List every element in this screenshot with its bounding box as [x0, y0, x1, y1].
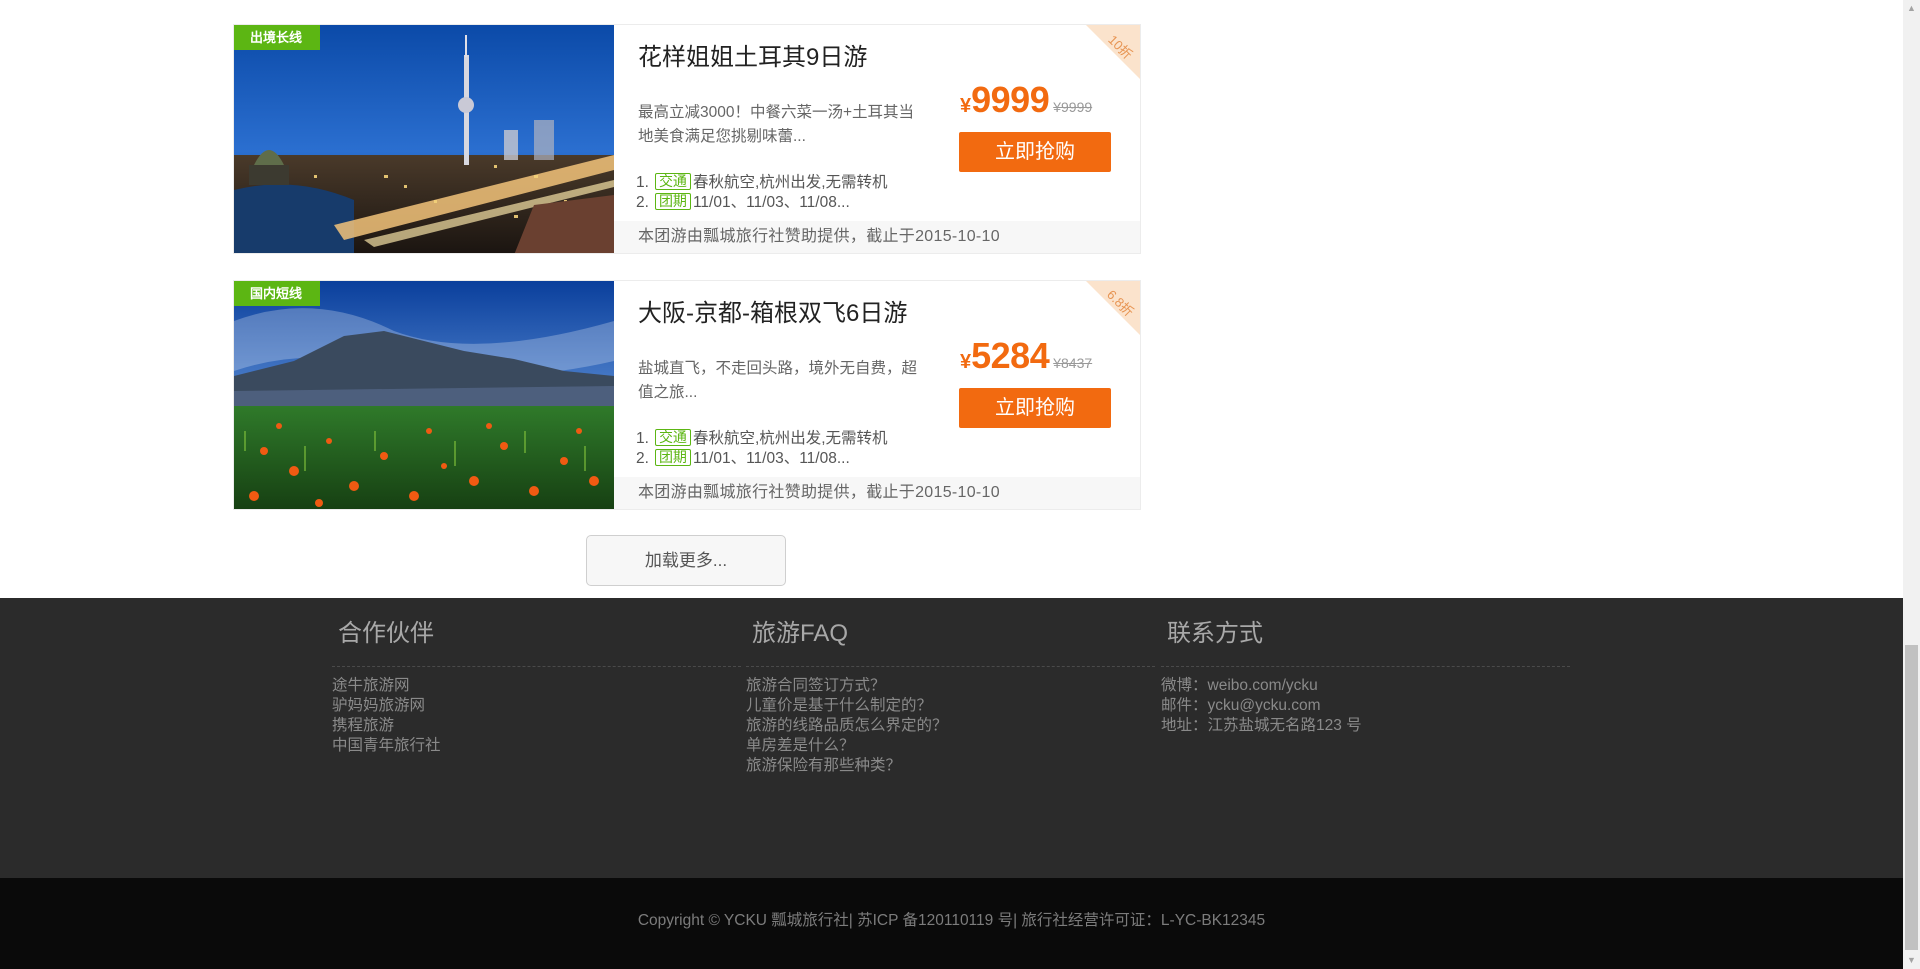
- buy-now-button[interactable]: 立即抢购: [959, 388, 1111, 428]
- deal-sponsor-note: 本团游由瓢城旅行社赞助提供，截止于2015-10-10: [614, 221, 1140, 253]
- discount-corner: 6.8折: [1086, 281, 1140, 335]
- scroll-thumb[interactable]: [1905, 645, 1918, 950]
- feature-transport: 1. 交通 春秋航空,杭州出发,无需转机: [636, 429, 888, 449]
- copyright-bar: Copyright © YCKU 瓢城旅行社| 苏ICP 备120110119 …: [0, 878, 1903, 969]
- footer-heading-faq: 旅游FAQ: [752, 620, 849, 647]
- feature-number: 1.: [636, 174, 649, 191]
- price-original: ¥8437: [1053, 355, 1093, 371]
- feature-badge-transport: 交通: [654, 429, 691, 446]
- contact-weibo: 微博：weibo.com/ycku: [1161, 677, 1318, 694]
- faq-links: 旅游合同签订方式？ 儿童价是基于什么制定的？ 旅游的线路品质怎么界定的？ 单房差…: [746, 676, 948, 776]
- feature-badge-dates: 团期: [654, 449, 691, 466]
- faq-link[interactable]: 旅游保险有那些种类？: [746, 756, 948, 776]
- feature-text: 11/01、11/03、11/08...: [692, 450, 850, 467]
- deal-sponsor-note: 本团游由瓢城旅行社赞助提供，截止于2015-10-10: [614, 477, 1140, 509]
- contact-email: 邮件：ycku@ycku.com: [1161, 697, 1321, 714]
- deal-title[interactable]: 大阪-京都-箱根双飞6日游: [638, 293, 907, 328]
- scroll-down-icon[interactable]: ▼: [1903, 952, 1920, 969]
- partner-link[interactable]: 驴妈妈旅游网: [332, 696, 441, 716]
- deal-features: 1. 交通 春秋航空,杭州出发,无需转机 2. 团期 11/01、11/03、11/08…: [636, 173, 888, 213]
- feature-transport: 1. 交通 春秋航空,杭州出发,无需转机: [636, 173, 888, 193]
- partner-links: 途牛旅游网 驴妈妈旅游网 携程旅游 中国青年旅行社: [332, 676, 441, 756]
- partner-link[interactable]: 携程旅游: [332, 716, 441, 736]
- feature-text: 11/01、11/03、11/08...: [692, 194, 850, 211]
- feature-number: 1.: [636, 430, 649, 447]
- price-currency: ¥: [960, 351, 972, 373]
- feature-dates: 2. 团期 11/01、11/03、11/08...: [636, 193, 888, 213]
- deal-category-tag: 国内短线: [234, 281, 321, 306]
- partner-link[interactable]: 中国青年旅行社: [332, 736, 441, 756]
- buy-now-button[interactable]: 立即抢购: [959, 132, 1111, 172]
- vertical-scrollbar[interactable]: ▲ ▼: [1903, 0, 1920, 969]
- feature-text: 春秋航空,杭州出发,无需转机: [692, 174, 888, 191]
- deal-description: 盐城直飞，不走回头路，境外无自费，超值之旅...: [638, 360, 918, 401]
- feature-number: 2.: [636, 194, 649, 211]
- price-value: 5284: [971, 335, 1050, 376]
- deal-features: 1. 交通 春秋航空,杭州出发,无需转机 2. 团期 11/01、11/03、11/08…: [636, 429, 888, 469]
- deal-title[interactable]: 花样姐姐土耳其9日游: [638, 37, 867, 72]
- contact-info: 微博：weibo.com/ycku 邮件：ycku@ycku.com 地址：江苏…: [1161, 676, 1362, 736]
- footer-divider: [1161, 666, 1570, 667]
- deal-price: ¥5284 ¥8437: [960, 335, 1092, 377]
- price-value: 9999: [971, 79, 1050, 120]
- scroll-up-icon[interactable]: ▲: [1903, 0, 1920, 17]
- faq-link[interactable]: 单房差是什么？: [746, 736, 948, 756]
- page-content: 出境长线 花样姐姐土耳其9日游 最高立减3000！中餐六菜一汤+土耳其当地美食满…: [0, 0, 1903, 969]
- deal-image-mountain-meadow[interactable]: 国内短线: [234, 281, 614, 509]
- faq-link[interactable]: 旅游的线路品质怎么界定的？: [746, 716, 948, 736]
- deal-card-turkey[interactable]: 出境长线 花样姐姐土耳其9日游 最高立减3000！中餐六菜一汤+土耳其当地美食满…: [233, 24, 1141, 254]
- load-more-button[interactable]: 加载更多...: [586, 535, 786, 586]
- price-currency: ¥: [960, 95, 972, 117]
- faq-link[interactable]: 旅游合同签订方式？: [746, 676, 948, 696]
- feature-number: 2.: [636, 450, 649, 467]
- faq-link[interactable]: 儿童价是基于什么制定的？: [746, 696, 948, 716]
- feature-badge-dates: 团期: [654, 193, 691, 210]
- partner-link[interactable]: 途牛旅游网: [332, 676, 441, 696]
- price-original: ¥9999: [1053, 99, 1093, 115]
- footer-divider: [332, 666, 741, 667]
- deal-image-city-night[interactable]: 出境长线: [234, 25, 614, 253]
- feature-badge-transport: 交通: [654, 173, 691, 190]
- deal-card-japan[interactable]: 国内短线 大阪-京都-箱根双飞6日游 盐城直飞，不走回头路，境外无自费，超值之旅…: [233, 280, 1141, 510]
- copyright-text: Copyright © YCKU 瓢城旅行社| 苏ICP 备120110119 …: [637, 912, 1266, 929]
- discount-corner: 10折: [1086, 25, 1140, 79]
- contact-address: 地址：江苏盐城无名路123 号: [1161, 717, 1362, 734]
- deal-price: ¥9999 ¥9999: [960, 79, 1092, 121]
- site-footer: 合作伙伴 途牛旅游网 驴妈妈旅游网 携程旅游 中国青年旅行社 旅游FAQ 旅游合…: [0, 598, 1903, 878]
- footer-heading-partners: 合作伙伴: [338, 620, 434, 647]
- deal-category-tag: 出境长线: [234, 25, 321, 50]
- feature-text: 春秋航空,杭州出发,无需转机: [692, 430, 888, 447]
- footer-heading-contact: 联系方式: [1167, 620, 1263, 647]
- footer-divider: [746, 666, 1155, 667]
- deal-description: 最高立减3000！中餐六菜一汤+土耳其当地美食满足您挑剔味蕾...: [638, 104, 915, 145]
- feature-dates: 2. 团期 11/01、11/03、11/08...: [636, 449, 888, 469]
